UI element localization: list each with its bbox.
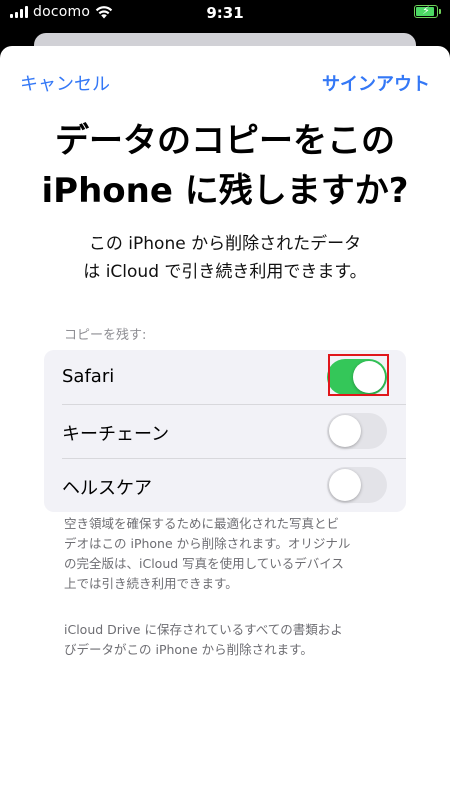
subtitle-line-2: は iCloud で引き続き利用できます。 [83,262,367,282]
footnote-1-line-2: デオはこの iPhone から削除されます。オリジナル [64,536,351,551]
modal-sheet: キャンセル サインアウト データのコピーをこの iPhone に残しますか? こ… [0,46,450,806]
keychain-toggle[interactable] [327,413,387,449]
footnote-icloud-drive: iCloud Drive に保存されているすべての書類およ びデータがこの iP… [64,620,392,660]
highlight-box [328,354,389,396]
footnote-1-line-1: 空き領域を確保するために最適化された写真とビ [64,516,340,531]
toggle-label-health: ヘルスケア [62,478,152,499]
toggle-label-keychain: キーチェーン [62,424,170,445]
battery-tip [439,9,441,14]
title-line-1: データのコピーをこの [55,121,395,161]
subtitle: この iPhone から削除されたデータ は iCloud で引き続き利用できま… [55,230,395,286]
cancel-button[interactable]: キャンセル [20,70,110,96]
status-bar: docomo 9:31 ⚡ [0,0,450,26]
health-toggle[interactable] [327,467,387,503]
footnote-1-line-3: の完全版は、iCloud 写真を使用しているデバイス [64,556,344,571]
toggle-row-health: ヘルスケア [44,458,406,512]
toggle-knob [329,469,361,501]
toggle-group: Safari キーチェーン ヘルスケア [44,350,406,512]
section-header: コピーを残す: [64,328,147,343]
toggle-row-safari: Safari [44,350,406,404]
title-line-2: iPhone に残しますか? [41,171,409,211]
subtitle-line-1: この iPhone から削除されたデータ [88,234,362,254]
footnote-1-line-4: 上では引き続き利用できます。 [64,576,238,591]
footnote-2-line-2: びデータがこの iPhone から削除されます。 [64,642,313,657]
charging-bolt-icon: ⚡ [422,4,430,17]
page-title: データのコピーをこの iPhone に残しますか? [20,116,430,216]
status-time: 9:31 [206,4,244,22]
sign-out-button[interactable]: サインアウト [322,70,430,96]
toggle-label-safari: Safari [62,366,115,387]
toggle-row-keychain: キーチェーン [44,404,406,458]
footnote-photos: 空き領域を確保するために最適化された写真とビ デオはこの iPhone から削除… [64,514,392,594]
footnote-2-line-1: iCloud Drive に保存されているすべての書類およ [64,622,343,637]
toggle-knob [329,415,361,447]
battery-charging-icon: ⚡ [414,4,441,18]
